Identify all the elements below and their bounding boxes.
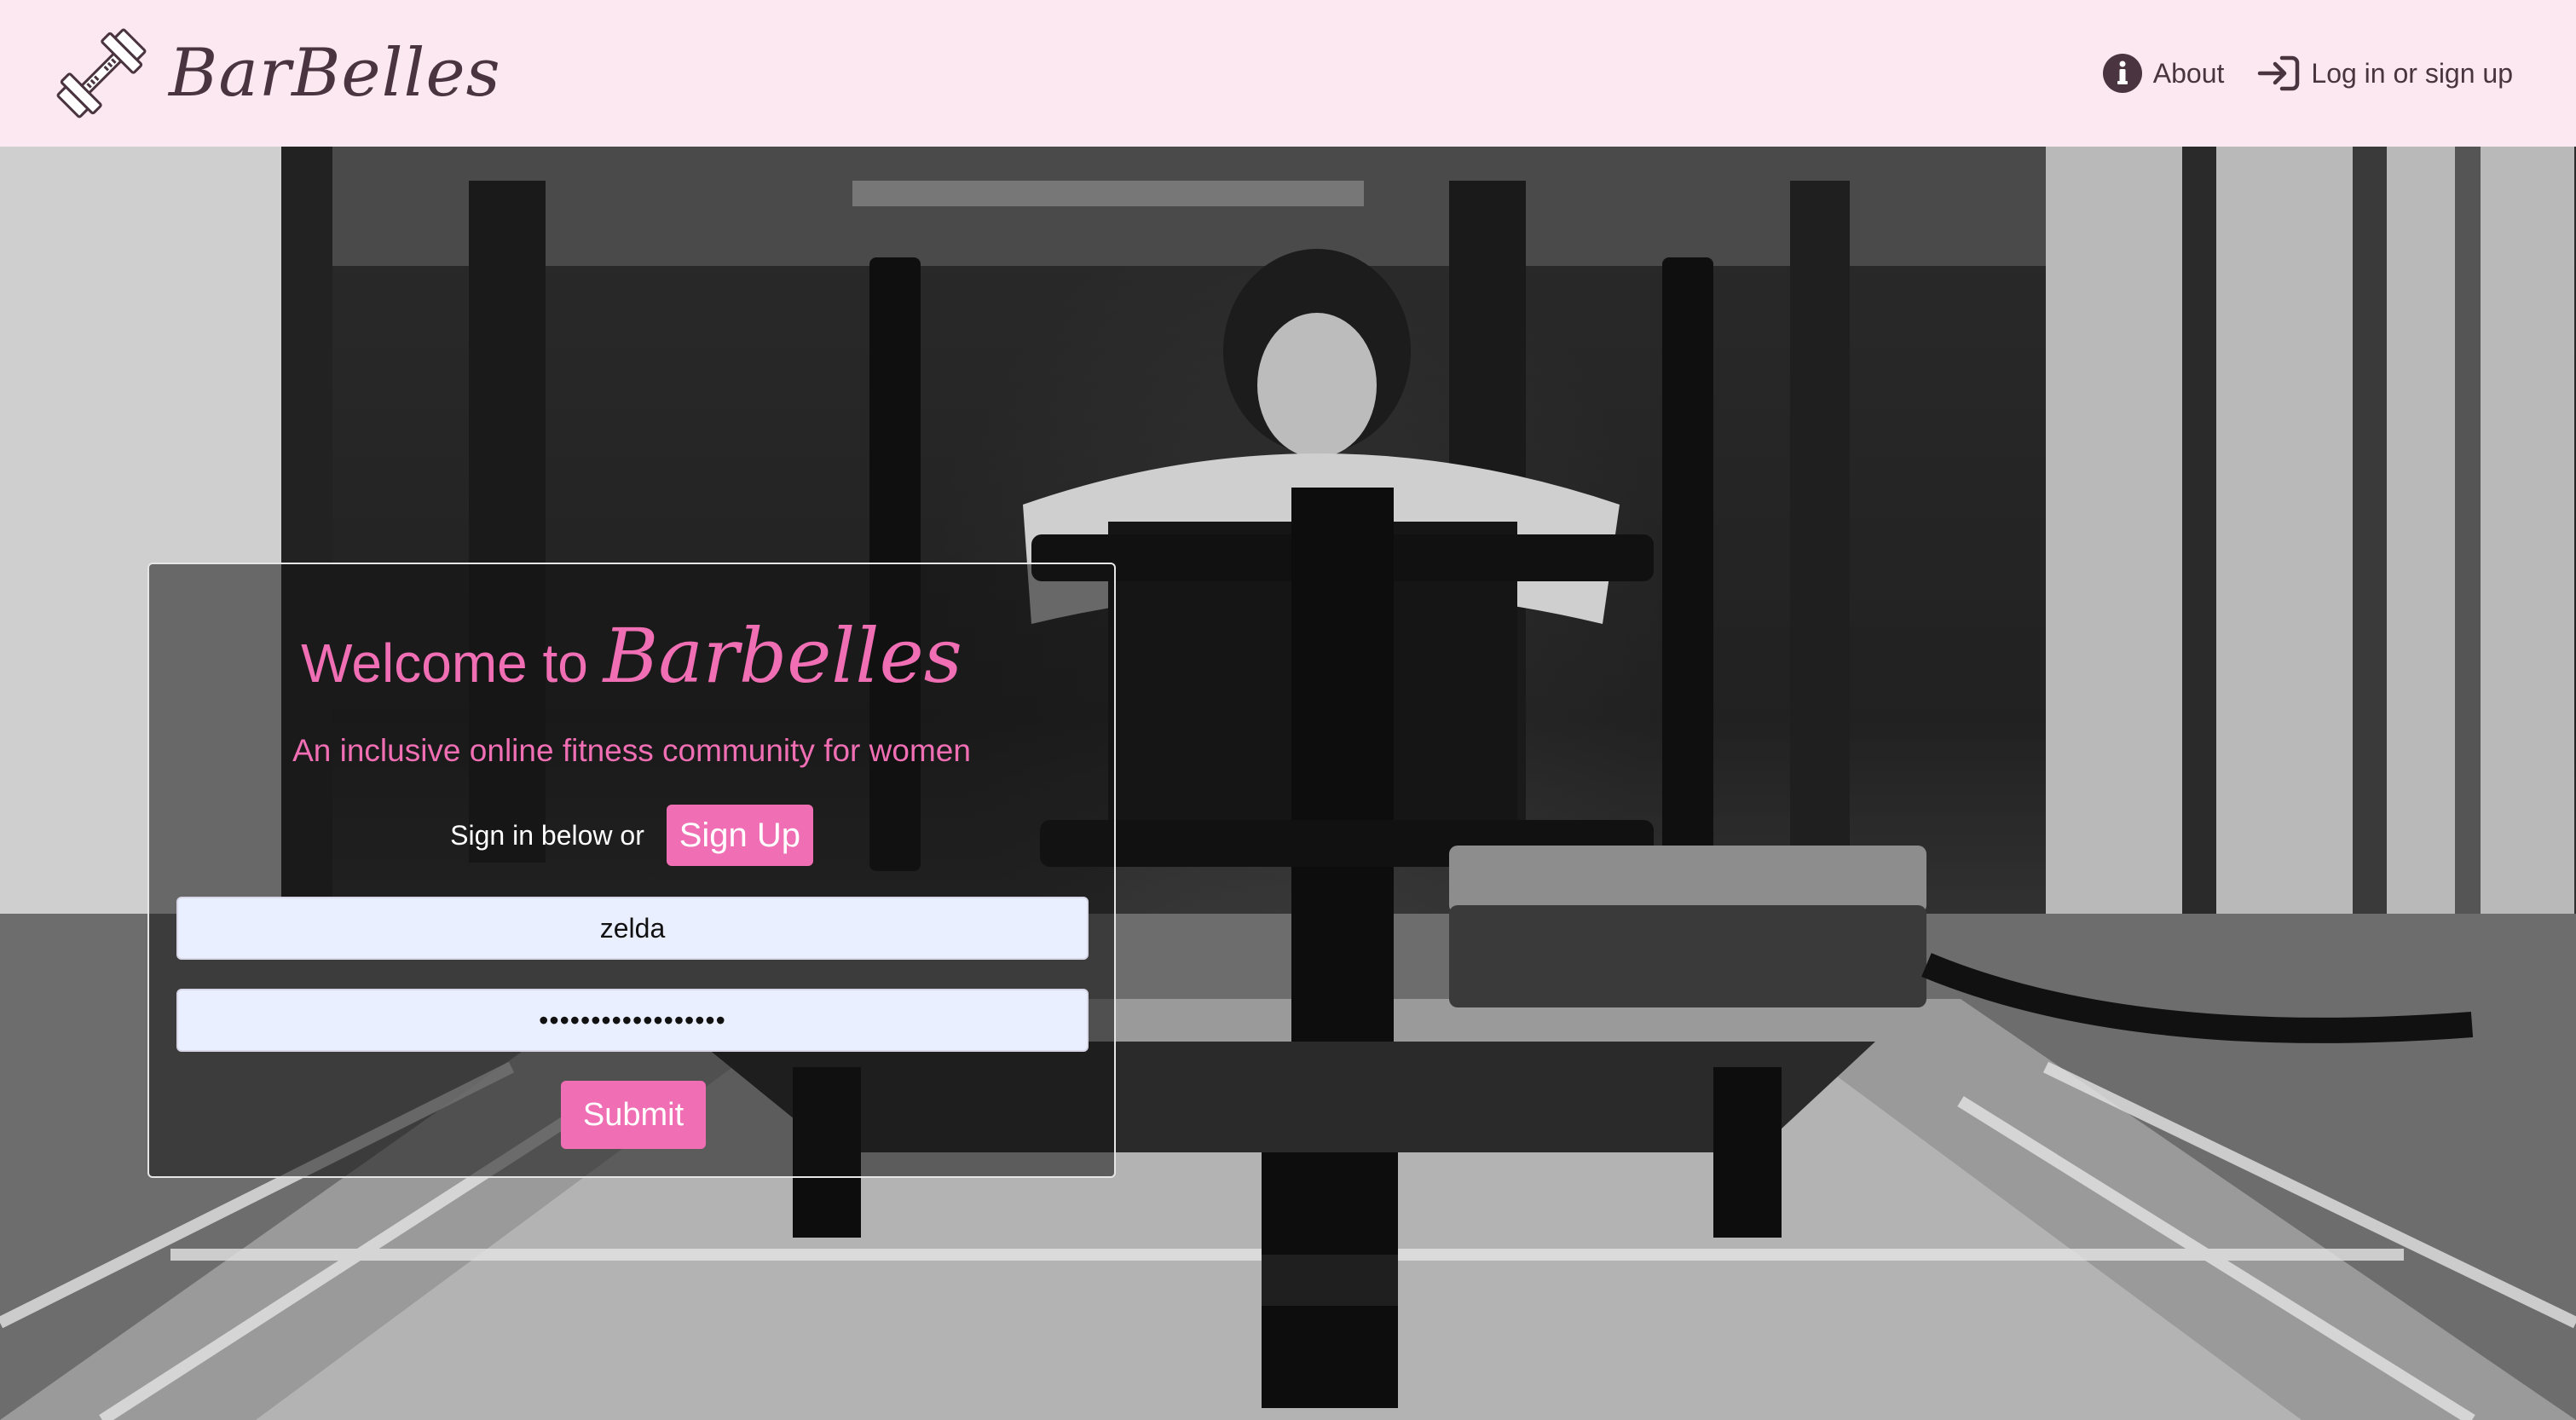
barbell-icon <box>56 28 147 118</box>
welcome-prefix: Welcome to <box>301 632 588 694</box>
login-signup-label: Log in or sign up <box>2311 57 2513 89</box>
nav-links: About Log in or sign up <box>2102 46 2513 101</box>
signin-prompt: Sign in below or <box>450 819 644 851</box>
brand-name: BarBelles <box>169 35 501 112</box>
login-signup-link[interactable]: Log in or sign up <box>2256 53 2513 94</box>
submit-button[interactable]: Submit <box>561 1081 706 1149</box>
username-field[interactable] <box>176 897 1089 960</box>
brand-logo[interactable]: BarBelles <box>49 22 501 124</box>
about-link[interactable]: About <box>2102 53 2225 94</box>
about-label: About <box>2152 57 2225 89</box>
welcome-login-card: Welcome to Barbelles An inclusive online… <box>147 563 1116 1178</box>
top-navbar: BarBelles About Log in or sign up <box>0 0 2576 147</box>
welcome-brand-name: Barbelles <box>603 612 962 700</box>
hero-background-photo: Welcome to Barbelles An inclusive online… <box>0 147 2576 1420</box>
tagline: An inclusive online fitness community fo… <box>292 733 971 768</box>
sign-up-button[interactable]: Sign Up <box>666 805 813 866</box>
password-field[interactable] <box>176 989 1089 1052</box>
signup-row: Sign in below or Sign Up <box>149 805 1114 866</box>
info-circle-icon <box>2102 54 2142 93</box>
welcome-heading: Welcome to Barbelles <box>149 615 1114 704</box>
sign-in-icon <box>2258 55 2300 91</box>
